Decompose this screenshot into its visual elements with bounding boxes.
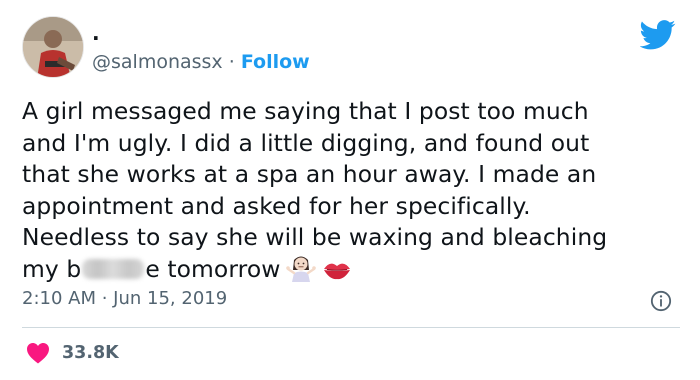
like-row[interactable]: 33.8K bbox=[26, 342, 119, 364]
twitter-bird-icon[interactable] bbox=[640, 20, 676, 50]
follow-button[interactable]: Follow bbox=[241, 51, 310, 73]
avatar-photo bbox=[23, 17, 83, 77]
tweet-time[interactable]: 2:10 AM bbox=[22, 288, 96, 309]
tweet-text: A girl messaged me saying that I post to… bbox=[22, 96, 682, 285]
separator-dot: · bbox=[222, 51, 241, 73]
tweet-date[interactable]: Jun 15, 2019 bbox=[113, 288, 227, 309]
handle-row: @salmonassx · Follow bbox=[92, 50, 310, 74]
timestamp-row: 2:10 AM · Jun 15, 2019 bbox=[22, 288, 227, 310]
avatar[interactable] bbox=[22, 16, 84, 78]
tweet-line: appointment and asked for her specifical… bbox=[22, 191, 531, 220]
tweet-last-line: my b e tomorrow bbox=[22, 254, 682, 286]
tweet-text-before-censor: my b bbox=[22, 254, 82, 283]
tweet-line: that she works at a spa an hour away. I … bbox=[22, 160, 597, 188]
display-name[interactable]: . bbox=[92, 22, 100, 44]
separator-dot: · bbox=[96, 288, 114, 309]
tweet-line: and I'm ugly. I did a little digging, an… bbox=[22, 128, 590, 157]
heart-icon[interactable] bbox=[26, 342, 50, 364]
tweet-line: A girl messaged me saying that I post to… bbox=[22, 97, 589, 125]
divider bbox=[22, 327, 680, 328]
tweet-card: . @salmonassx · Follow A girl messaged m… bbox=[0, 0, 700, 380]
tweet-line: Needless to say she will be waxing and b… bbox=[22, 223, 608, 251]
info-icon[interactable] bbox=[650, 290, 672, 312]
kiss-mark-emoji bbox=[324, 263, 351, 279]
tweet-text-after-censor: e tomorrow bbox=[145, 254, 281, 283]
like-count: 33.8K bbox=[62, 343, 119, 363]
censored-word bbox=[82, 258, 145, 279]
user-handle[interactable]: @salmonassx bbox=[92, 51, 223, 73]
woman-shrugging-emoji bbox=[286, 256, 317, 282]
